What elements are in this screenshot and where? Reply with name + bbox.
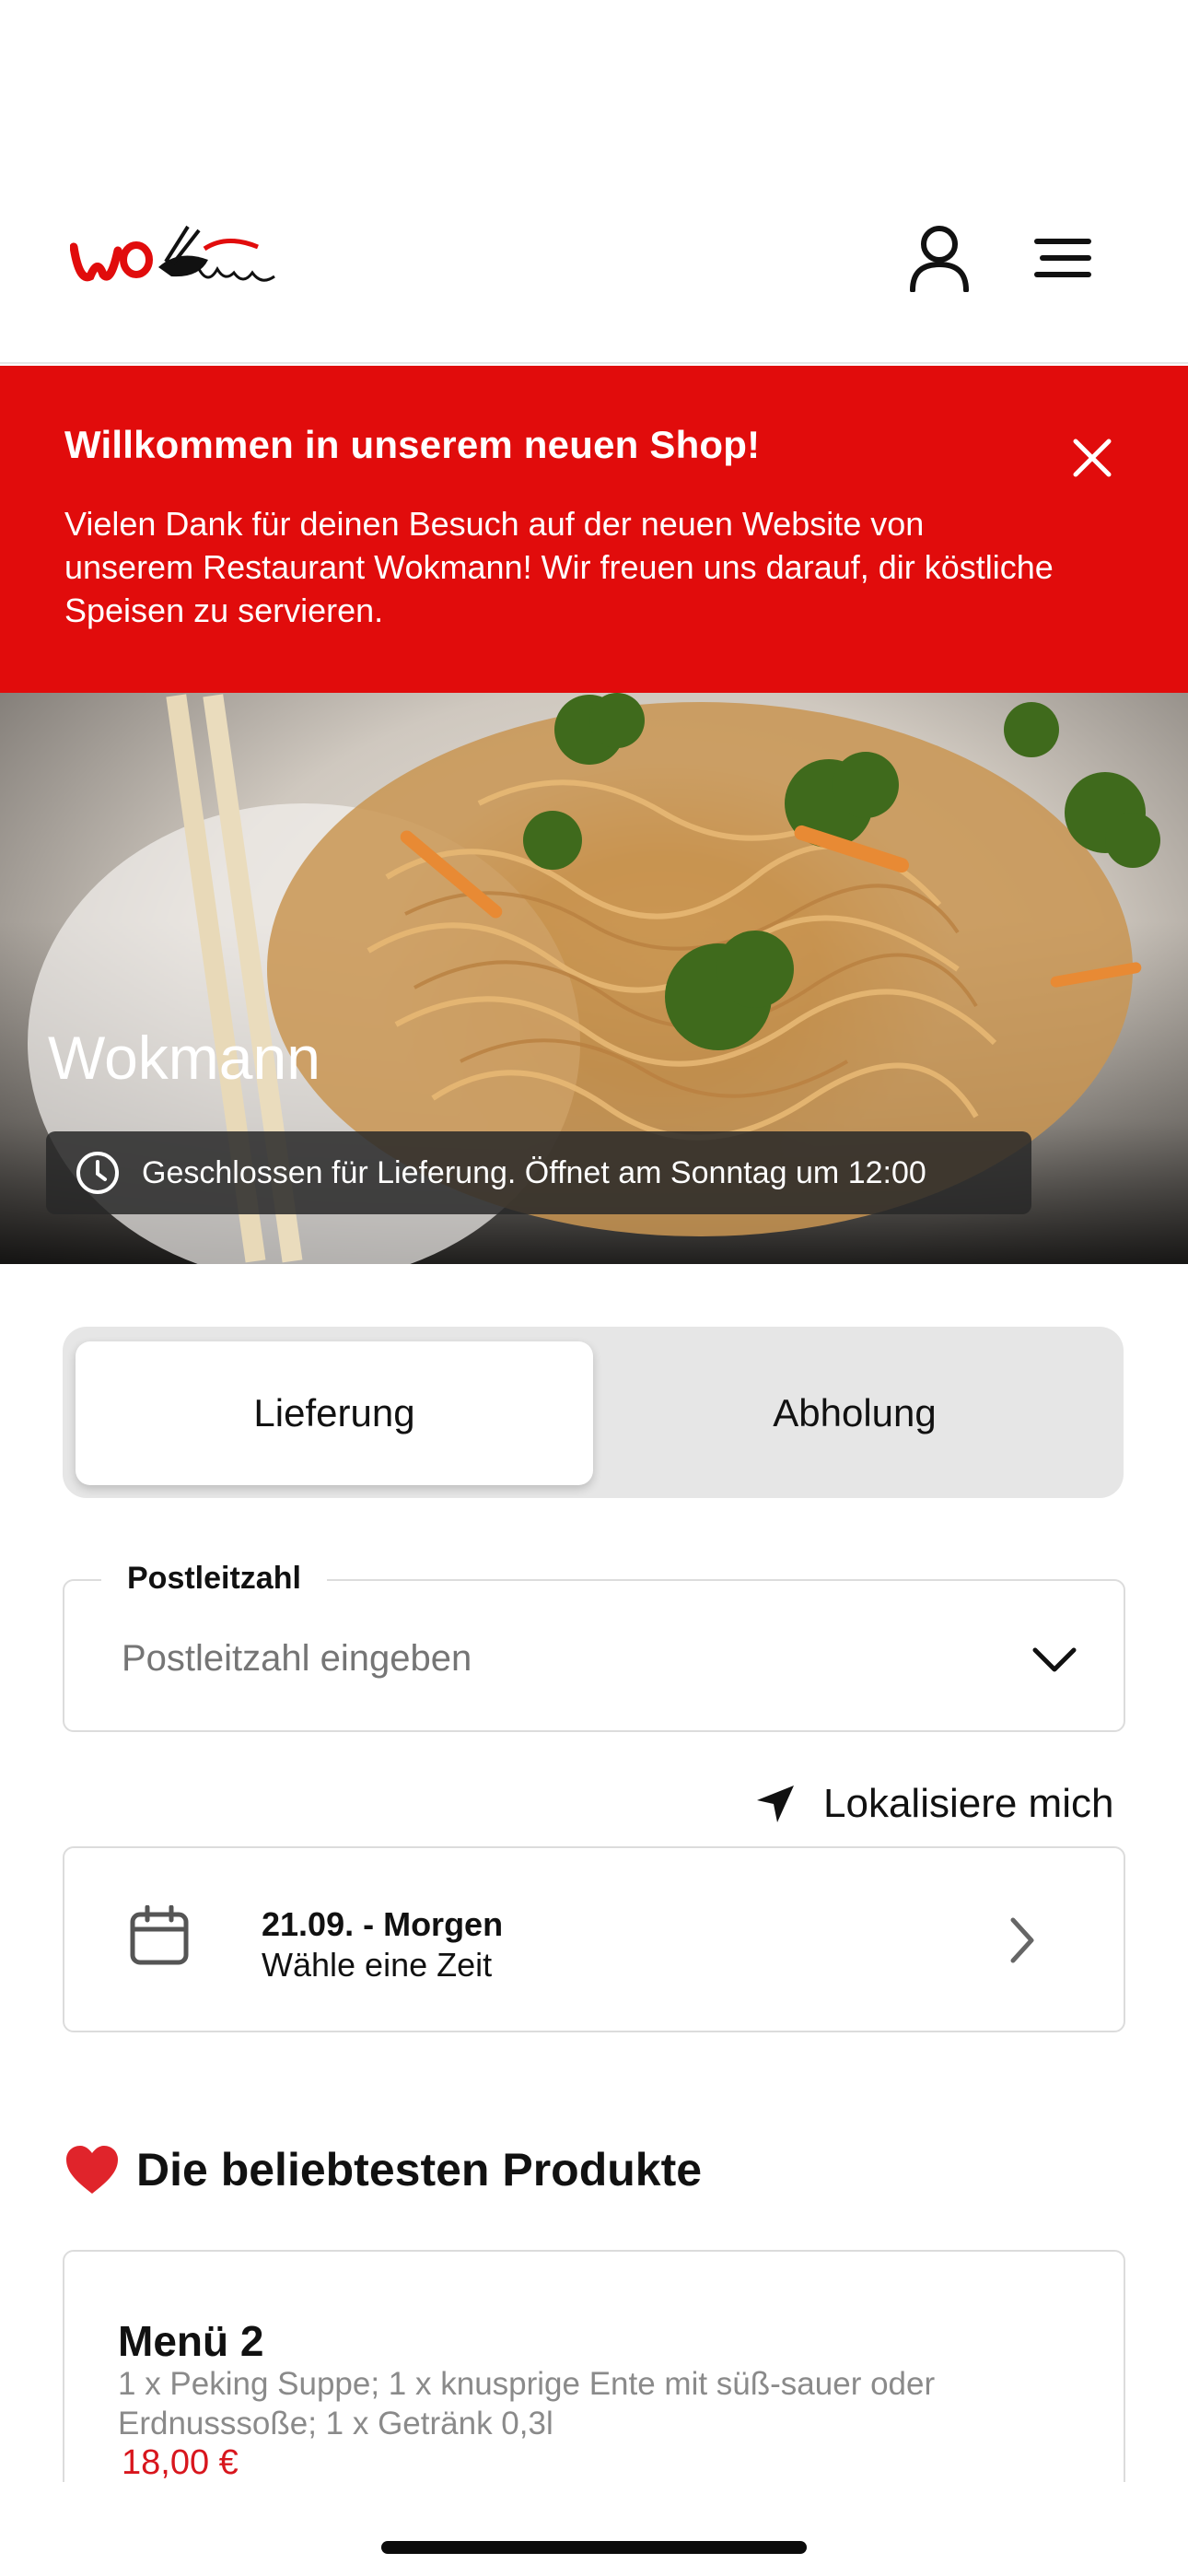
chevron-down-icon bbox=[1032, 1647, 1077, 1672]
popular-products-title: Die beliebtesten Produkte bbox=[136, 2144, 703, 2195]
postal-code-label: Postleitzahl bbox=[101, 1561, 327, 1597]
order-mode-toggle: Lieferung Abholung bbox=[63, 1327, 1124, 1498]
banner-close-button[interactable] bbox=[1065, 430, 1120, 486]
menu-button[interactable] bbox=[1026, 221, 1100, 295]
opening-status-text: Geschlossen für Lieferung. Öffnet am Son… bbox=[142, 1154, 926, 1190]
chevron-right-icon bbox=[1004, 1913, 1041, 1973]
wokmann-logo[interactable] bbox=[69, 221, 282, 304]
restaurant-name: Wokmann bbox=[48, 1024, 320, 1092]
opening-status: Geschlossen für Lieferung. Öffnet am Son… bbox=[46, 1131, 1031, 1214]
welcome-banner: Willkommen in unserem neuen Shop! Vielen… bbox=[0, 366, 1188, 693]
selected-date: 21.09. - Morgen bbox=[262, 1905, 504, 1943]
product-price: 18,00 € bbox=[122, 2443, 239, 2482]
popular-products-heading: Die beliebtesten Produkte bbox=[64, 2143, 702, 2196]
hero-image: Wokmann Geschlossen für Lieferung. Öffne… bbox=[0, 693, 1188, 1264]
banner-title: Willkommen in unserem neuen Shop! bbox=[64, 423, 761, 466]
tab-abholung[interactable]: Abholung bbox=[597, 1341, 1112, 1485]
locate-me-button[interactable]: Lokalisiere mich bbox=[755, 1776, 1113, 1832]
time-selector[interactable]: 21.09. - Morgen Wähle eine Zeit bbox=[63, 1846, 1125, 2032]
heart-icon bbox=[64, 2144, 120, 2195]
product-description: 1 x Peking Suppe; 1 x knusprige Ente mit… bbox=[118, 2366, 936, 2441]
locate-me-label: Lokalisiere mich bbox=[823, 1781, 1114, 1826]
banner-text: Vielen Dank für deinen Besuch auf der ne… bbox=[64, 505, 1054, 629]
location-arrow-icon bbox=[755, 1784, 796, 1824]
site-header bbox=[0, 0, 1188, 364]
clock-icon bbox=[74, 1149, 122, 1197]
choose-time-label: Wähle eine Zeit bbox=[262, 1946, 493, 1984]
tab-lieferung[interactable]: Lieferung bbox=[76, 1341, 593, 1485]
user-account-button[interactable] bbox=[903, 221, 976, 295]
home-indicator[interactable] bbox=[381, 2541, 807, 2554]
product-name: Menü 2 bbox=[118, 2317, 264, 2365]
close-icon bbox=[1073, 439, 1112, 477]
user-icon bbox=[910, 226, 969, 292]
calendar-icon bbox=[129, 1904, 190, 1971]
postal-code-dropdown-toggle[interactable] bbox=[1022, 1627, 1087, 1692]
bottom-safe-area bbox=[0, 2482, 1188, 2576]
hamburger-menu-icon bbox=[1034, 239, 1091, 277]
postal-code-field[interactable]: Postleitzahl bbox=[63, 1561, 1125, 1732]
postal-code-input[interactable] bbox=[122, 1638, 950, 1680]
